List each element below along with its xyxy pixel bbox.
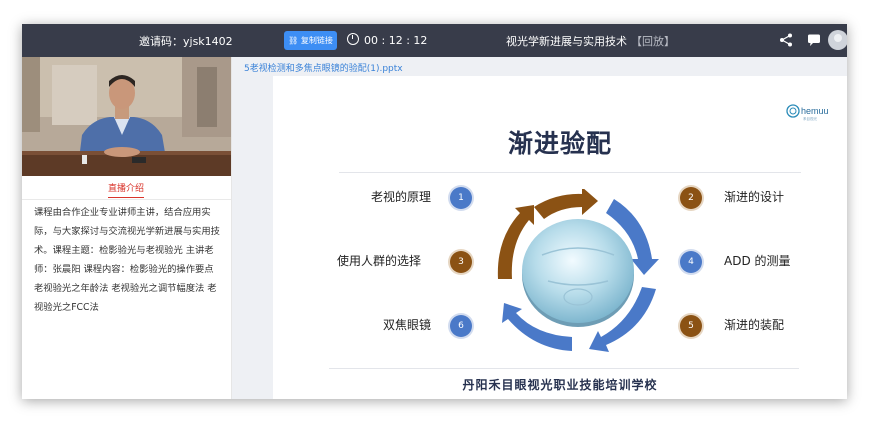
item-label-5: 渐进的装配 xyxy=(724,318,785,332)
file-name-link[interactable]: 5老视检测和多焦点眼镜的验配(1).pptx xyxy=(244,61,403,74)
item-label-2: 渐进的设计 xyxy=(724,190,785,204)
top-bar: 邀请码：yjsk1402 ⛓ 复制链接 00 : 12 : 12 视光学新进展与… xyxy=(22,24,847,57)
item-number-5: 5 xyxy=(680,315,702,337)
live-class-window: 邀请码：yjsk1402 ⛓ 复制链接 00 : 12 : 12 视光学新进展与… xyxy=(22,24,847,399)
left-panel: 直播介绍 课程由合作企业专业讲师主讲，结合应用实际，与大家探讨与交流视光学新进展… xyxy=(22,57,232,399)
course-intro: 课程由合作企业专业讲师主讲，结合应用实际，与大家探讨与交流视光学新进展与实用技术… xyxy=(34,207,220,313)
timer-value: 00 : 12 : 12 xyxy=(364,34,428,47)
item-label-1: 老视的原理 xyxy=(371,190,432,204)
user-avatar-icon[interactable] xyxy=(828,30,847,50)
item-number-1: 1 xyxy=(450,187,472,209)
tab-live-intro-label: 直播介绍 xyxy=(108,181,145,198)
tab-live-intro[interactable]: 直播介绍 xyxy=(22,176,231,200)
copy-link-label: 复制链接 xyxy=(300,36,333,45)
item-label-3: 使用人群的选择 xyxy=(337,254,422,268)
session-timer: 00 : 12 : 12 xyxy=(347,33,427,47)
share-icon[interactable] xyxy=(779,33,793,47)
chat-icon[interactable] xyxy=(807,34,821,47)
link-icon: ⛓ xyxy=(288,36,299,45)
presenter-video-frame xyxy=(22,57,231,176)
alarm-clock-icon xyxy=(347,33,359,45)
invite-code: 邀请码：yjsk1402 xyxy=(139,35,233,48)
divider xyxy=(339,172,801,173)
presentation-area: 5老视检测和多焦点眼镜的验配(1).pptx hemuu 禾目视光 渐进验配 老… xyxy=(232,57,847,399)
item-number-2: 2 xyxy=(680,187,702,209)
copy-link-button[interactable]: ⛓ 复制链接 xyxy=(284,31,337,50)
slide: hemuu 禾目视光 渐进验配 老视的原理 1 2 渐进的设计 使用人群的选择 … xyxy=(273,76,847,399)
slide-title: 渐进验配 xyxy=(507,129,612,158)
item-number-3: 3 xyxy=(450,251,472,273)
divider xyxy=(329,368,799,369)
item-label-6: 双焦眼镜 xyxy=(383,318,432,332)
school-name: 丹阳禾目眼视光职业技能培训学校 xyxy=(462,378,658,392)
logo-subtext: 禾目视光 xyxy=(803,116,817,121)
course-title: 视光学新进展与实用技术 【回放】 xyxy=(506,33,675,49)
logo-text: hemuu xyxy=(801,106,829,116)
replay-tag: 【回放】 xyxy=(631,35,675,48)
item-number-4: 4 xyxy=(680,251,702,273)
item-label-4: ADD 的测量 xyxy=(724,254,791,268)
cycle-diagram xyxy=(497,189,659,352)
presenter-video[interactable] xyxy=(22,57,231,176)
item-number-6: 6 xyxy=(450,315,472,337)
hemuu-logo: hemuu 禾目视光 xyxy=(786,104,829,121)
course-title-text: 视光学新进展与实用技术 xyxy=(506,35,627,48)
